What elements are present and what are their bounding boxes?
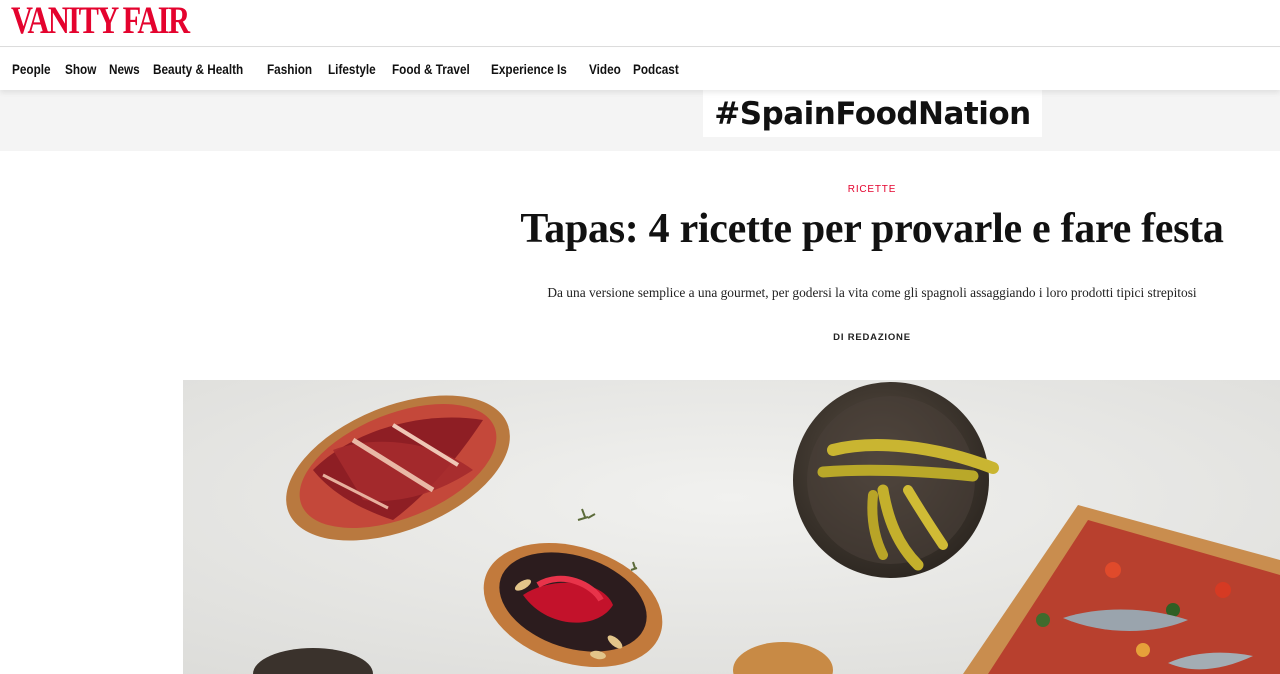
nav-item-experience-is[interactable]: Experience Is [491, 61, 567, 77]
hashtag-text: #SpainFoodNation [714, 95, 1031, 132]
hero-image [183, 380, 1280, 674]
nav-item-video[interactable]: Video [589, 61, 621, 77]
site-header: VANITY FAIR [0, 0, 1280, 47]
article-dek: Da una versione semplice a una gourmet, … [547, 285, 1197, 300]
hashtag-box[interactable]: #SpainFoodNation [703, 90, 1042, 137]
category-link[interactable]: RICETTE [848, 184, 896, 195]
nav-item-lifestyle[interactable]: Lifestyle [328, 61, 376, 77]
nav-item-podcast[interactable]: Podcast [633, 61, 679, 77]
article-headline: Tapas: 4 ricette per provarle e fare fes… [520, 206, 1224, 252]
main-nav: People Show News Beauty & Health Fashion… [0, 48, 1280, 90]
nav-item-food-travel[interactable]: Food & Travel [392, 61, 470, 77]
nav-item-news[interactable]: News [109, 61, 140, 77]
article-byline: DI REDAZIONE [833, 332, 911, 343]
nav-item-beauty-health[interactable]: Beauty & Health [153, 61, 243, 77]
nav-item-people[interactable]: People [12, 61, 51, 77]
tapas-photo [183, 380, 1280, 674]
article-category: RICETTE [0, 184, 1280, 195]
nav-item-show[interactable]: Show [65, 61, 96, 77]
nav-item-fashion[interactable]: Fashion [267, 61, 312, 77]
vanity-fair-logo[interactable]: VANITY FAIR [11, 1, 190, 41]
campaign-banner: #SpainFoodNation [0, 90, 1280, 151]
